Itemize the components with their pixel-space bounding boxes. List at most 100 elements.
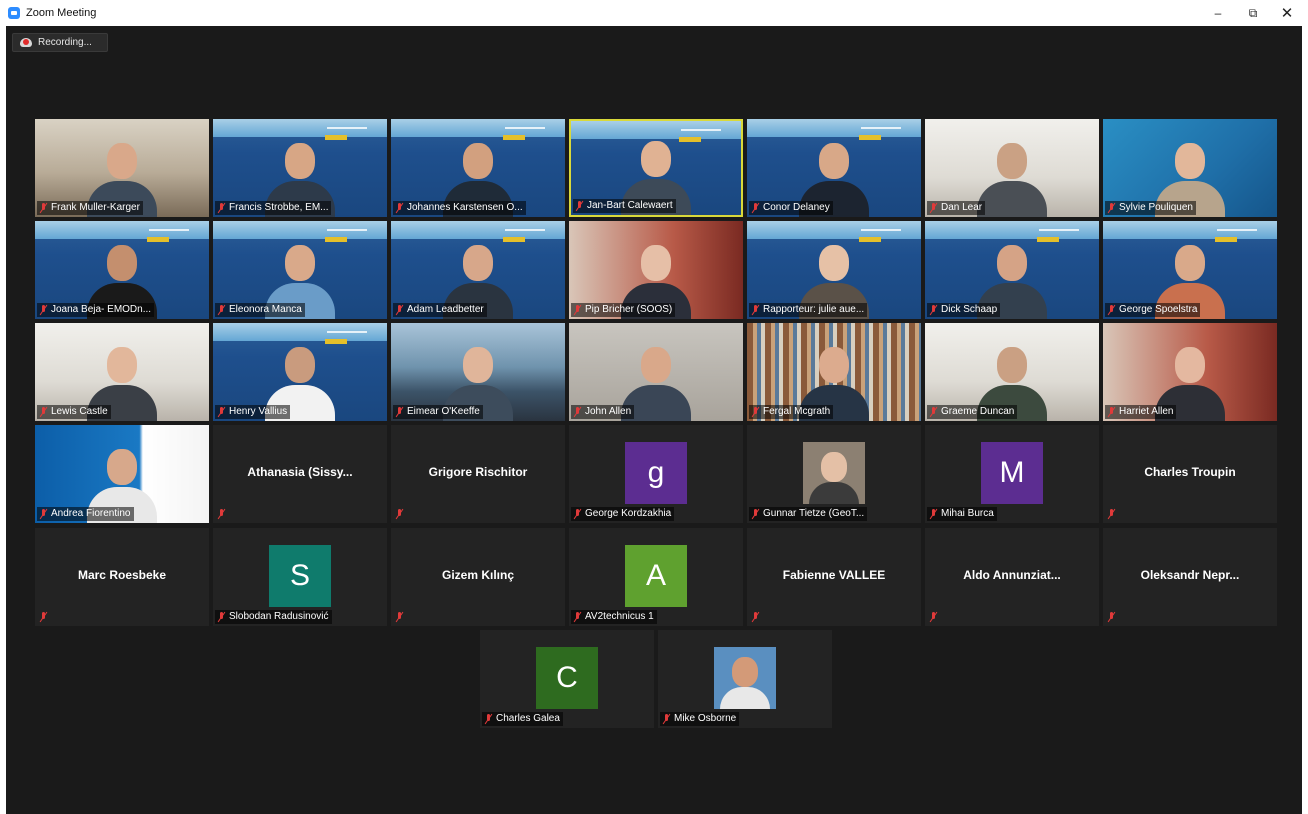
participant-name-tag: John Allen <box>571 405 635 419</box>
participant-name: Adam Leadbetter <box>407 304 484 315</box>
mic-muted-icon <box>1107 203 1116 213</box>
mic-muted-icon <box>39 509 48 519</box>
minimize-button[interactable]: – <box>1203 4 1233 22</box>
participant-name-tag: Frank Muller-Karger <box>37 201 143 215</box>
participant-display-name: Marc Roesbeke <box>77 568 167 582</box>
mic-muted-icon <box>751 509 760 519</box>
participant-name: Henry Vallius <box>229 406 288 417</box>
participant-tile[interactable]: Oleksandr Nepr... <box>1103 528 1277 626</box>
avatar: A <box>625 545 687 607</box>
participant-tile[interactable]: Andrea Fiorentino <box>35 425 209 523</box>
mic-muted-icon <box>484 714 493 724</box>
participant-tile[interactable]: Mike Osborne <box>658 630 832 728</box>
mic-muted-icon <box>573 509 582 519</box>
participant-name: Harriet Allen <box>1119 406 1174 417</box>
participant-tile[interactable]: g George Kordzakhia <box>569 425 743 523</box>
participant-tile[interactable]: Charles Troupin <box>1103 425 1277 523</box>
mic-muted-icon <box>217 407 226 417</box>
participant-name-tag: Sylvie Pouliquen <box>1105 201 1196 215</box>
participant-tile[interactable]: Frank Muller-Karger <box>35 119 209 217</box>
participant-tile[interactable]: Aldo Annunziat... <box>925 528 1099 626</box>
participant-tile[interactable]: Rapporteur: julie aue... <box>747 221 921 319</box>
participant-tile[interactable]: Eimear O'Keeffe <box>391 323 565 421</box>
participant-name-tag: Johannes Karstensen O... <box>393 201 526 215</box>
participant-tile[interactable]: A AV2technicus 1 <box>569 528 743 626</box>
participant-tile[interactable]: Marc Roesbeke <box>35 528 209 626</box>
participant-tile[interactable]: Joana Beja- EMODn... <box>35 221 209 319</box>
participant-tile[interactable]: John Allen <box>569 323 743 421</box>
mic-muted-icon <box>1107 509 1116 519</box>
participant-name-tag: George Spoelstra <box>1105 303 1201 317</box>
participant-tile[interactable]: Adam Leadbetter <box>391 221 565 319</box>
participant-tile[interactable]: Dan Lear <box>925 119 1099 217</box>
mic-muted-icon <box>573 305 582 315</box>
participant-name-tag: Slobodan Radusinović <box>215 610 332 624</box>
participant-name-tag: Dan Lear <box>927 201 986 215</box>
participant-name-tag: Eimear O'Keeffe <box>393 405 483 419</box>
mic-muted-icon <box>1107 305 1116 315</box>
participant-display-name: Grigore Rischitor <box>428 465 528 479</box>
participant-name: Dick Schaap <box>941 304 998 315</box>
participant-name: Sylvie Pouliquen <box>1119 202 1193 213</box>
participant-tile[interactable]: Pip Bricher (SOOS) <box>569 221 743 319</box>
mic-muted-icon <box>217 612 226 622</box>
participant-tile[interactable]: M Mihai Burca <box>925 425 1099 523</box>
avatar: g <box>625 442 687 504</box>
mic-muted-icon <box>395 509 404 519</box>
participant-name: Johannes Karstensen O... <box>407 202 523 213</box>
participant-name-tag: Henry Vallius <box>215 405 291 419</box>
participant-name-tag: Conor Delaney <box>749 201 833 215</box>
participant-tile[interactable]: Henry Vallius <box>213 323 387 421</box>
participant-silhouette <box>977 133 1047 217</box>
participant-name-tag: Eleonora Manca <box>215 303 305 317</box>
participant-tile[interactable]: S Slobodan Radusinović <box>213 528 387 626</box>
participant-tile[interactable]: Gizem Kılınç <box>391 528 565 626</box>
participant-name: George Kordzakhia <box>585 508 672 519</box>
participant-tile[interactable]: Sylvie Pouliquen <box>1103 119 1277 217</box>
participant-name-tag <box>393 610 410 624</box>
participant-name-tag <box>927 610 944 624</box>
participant-tile[interactable]: Graeme Duncan <box>925 323 1099 421</box>
maximize-button[interactable]: ⧉ <box>1238 4 1268 22</box>
close-button[interactable]: ✕ <box>1272 4 1302 22</box>
participant-name-tag: Mike Osborne <box>660 712 740 726</box>
mic-muted-icon <box>751 612 760 622</box>
participant-name: Jan-Bart Calewaert <box>587 200 673 211</box>
mic-muted-icon <box>395 305 404 315</box>
recording-indicator[interactable]: Recording... <box>12 33 108 52</box>
participant-name-tag: Graeme Duncan <box>927 405 1018 419</box>
participant-name-tag <box>1105 610 1122 624</box>
participant-name-tag: Francis Strobbe, EM... <box>215 201 332 215</box>
participant-display-name: Charles Troupin <box>1144 465 1236 479</box>
meeting-area: Recording... Frank Muller-Karger Francis … <box>6 26 1302 814</box>
participant-tile[interactable]: Fergal Mcgrath <box>747 323 921 421</box>
participant-name: Rapporteur: julie aue... <box>763 304 865 315</box>
mic-muted-icon <box>575 201 584 211</box>
participant-tile[interactable]: Gunnar Tietze (GeoT... <box>747 425 921 523</box>
participant-tile[interactable]: Francis Strobbe, EM... <box>213 119 387 217</box>
participant-name-tag <box>749 610 766 624</box>
mic-muted-icon <box>217 203 226 213</box>
participant-tile[interactable]: Grigore Rischitor <box>391 425 565 523</box>
participant-tile[interactable]: Eleonora Manca <box>213 221 387 319</box>
participant-name: Dan Lear <box>941 202 983 213</box>
mic-muted-icon <box>39 407 48 417</box>
participant-tile[interactable]: Lewis Castle <box>35 323 209 421</box>
participant-tile[interactable]: George Spoelstra <box>1103 221 1277 319</box>
participant-name: George Spoelstra <box>1119 304 1198 315</box>
participant-tile[interactable]: Fabienne VALLEE <box>747 528 921 626</box>
participant-tile[interactable]: Dick Schaap <box>925 221 1099 319</box>
participant-name: Mihai Burca <box>941 508 994 519</box>
participant-tile[interactable]: Jan-Bart Calewaert <box>569 119 743 217</box>
participant-tile[interactable]: Athanasia (Sissy... <box>213 425 387 523</box>
participant-name: John Allen <box>585 406 632 417</box>
participant-tile[interactable]: C Charles Galea <box>480 630 654 728</box>
avatar: S <box>269 545 331 607</box>
participant-name: Slobodan Radusinović <box>229 611 329 622</box>
participant-name-tag: Joana Beja- EMODn... <box>37 303 155 317</box>
participant-tile[interactable]: Harriet Allen <box>1103 323 1277 421</box>
participant-tile[interactable]: Johannes Karstensen O... <box>391 119 565 217</box>
mic-muted-icon <box>39 305 48 315</box>
participant-display-name: Athanasia (Sissy... <box>247 465 353 479</box>
participant-tile[interactable]: Conor Delaney <box>747 119 921 217</box>
